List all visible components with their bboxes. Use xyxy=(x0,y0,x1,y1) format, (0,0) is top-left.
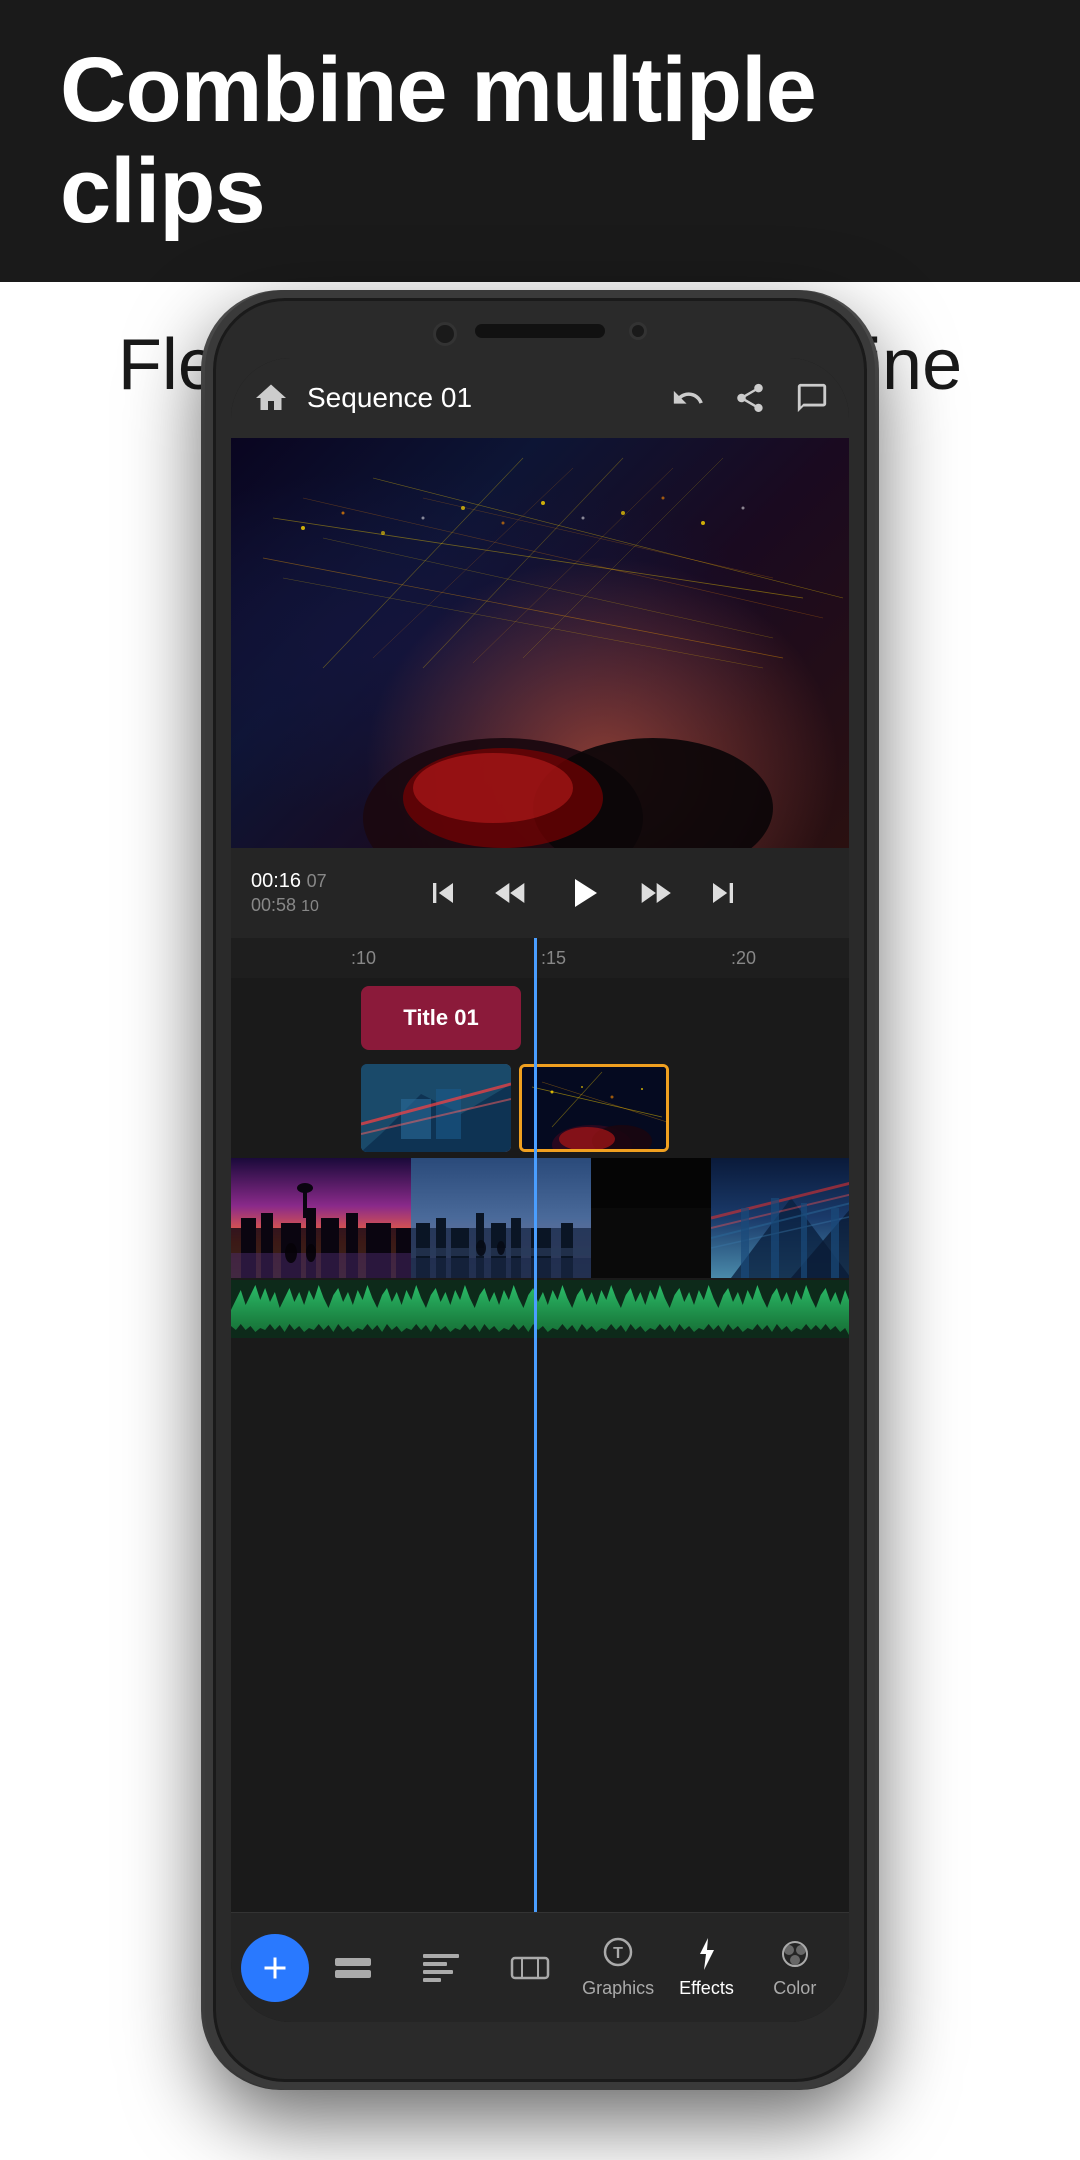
main-title: Combine multiple clips xyxy=(60,40,1020,242)
video-preview[interactable] xyxy=(231,438,849,848)
svg-text:T: T xyxy=(613,1945,623,1962)
clip-sunset[interactable] xyxy=(231,1158,411,1278)
undo-icon[interactable] xyxy=(671,381,705,415)
video-clip-aerial[interactable] xyxy=(361,1064,511,1152)
skip-back-button[interactable] xyxy=(423,873,463,913)
header-banner: Combine multiple clips xyxy=(0,0,1080,282)
playback-controls-bar: 00:16 07 00:58 10 xyxy=(231,848,849,938)
timeline-area[interactable]: Title 01 xyxy=(231,978,849,1912)
title-clip-label: Title 01 xyxy=(403,1005,478,1031)
track-video-upper xyxy=(351,1058,849,1158)
color-tool-button[interactable]: Color xyxy=(751,1936,839,1999)
effects-label: Effects xyxy=(679,1978,734,1999)
city-lights xyxy=(231,438,849,848)
frame-back-button[interactable] xyxy=(491,873,531,913)
graphics-tool-button[interactable]: T Graphics xyxy=(574,1936,662,1999)
top-bar-actions xyxy=(671,381,829,415)
vol-down-button[interactable] xyxy=(205,648,209,728)
current-time: 00:16 07 xyxy=(251,870,327,893)
effects-icon xyxy=(686,1936,726,1972)
power-button[interactable] xyxy=(871,598,875,698)
arrange-icon xyxy=(333,1950,373,1986)
color-label: Color xyxy=(773,1978,816,1999)
arrange-tool-button[interactable] xyxy=(309,1950,397,1986)
app-content: Sequence 01 xyxy=(231,358,849,2022)
front-camera-right xyxy=(629,322,647,340)
comment-icon[interactable] xyxy=(795,381,829,415)
vol-up-button[interactable] xyxy=(205,558,209,628)
track-audio[interactable] xyxy=(231,1278,849,1338)
scrubber-line-ruler xyxy=(534,938,537,978)
add-button[interactable] xyxy=(241,1934,309,2002)
clip-tool-button[interactable] xyxy=(486,1950,574,1986)
clip-blue-arch[interactable] xyxy=(711,1158,849,1278)
timeline-ruler: :10 :15 :20 xyxy=(231,938,849,978)
clip-icon xyxy=(510,1950,550,1986)
skip-forward-button[interactable] xyxy=(703,873,743,913)
frame-forward-button[interactable] xyxy=(635,873,675,913)
phone-shell: Sequence 01 xyxy=(205,290,875,2090)
clip-dark-selected[interactable] xyxy=(591,1158,711,1278)
phone-device: Sequence 01 xyxy=(205,290,875,2090)
ruler-mark-15: :15 xyxy=(541,948,566,969)
ruler-mark-20: :20 xyxy=(731,948,756,969)
color-icon xyxy=(775,1936,815,1972)
play-button[interactable] xyxy=(559,869,607,917)
front-camera-left xyxy=(433,322,457,346)
time-display: 00:16 07 00:58 10 xyxy=(251,870,327,916)
sequence-title: Sequence 01 xyxy=(307,382,671,414)
clip-thumbnail-aerial xyxy=(361,1064,511,1152)
clip-pier[interactable] xyxy=(411,1158,591,1278)
graphics-icon: T xyxy=(598,1936,638,1972)
top-bar: Sequence 01 xyxy=(231,358,849,438)
video-clip-person-selected[interactable] xyxy=(519,1064,669,1152)
timeline-icon xyxy=(421,1950,461,1986)
earpiece-speaker xyxy=(475,324,605,338)
bottom-toolbar: T Graphics Effects xyxy=(231,1912,849,2022)
home-icon[interactable] xyxy=(251,380,291,416)
total-time: 00:58 10 xyxy=(251,895,327,916)
phone-screen: Sequence 01 xyxy=(231,358,849,2022)
track-video-main xyxy=(231,1158,849,1278)
ruler-mark-10: :10 xyxy=(351,948,376,969)
timeline-spacer xyxy=(231,1338,849,1912)
timeline-tool-button[interactable] xyxy=(397,1950,485,1986)
effects-tool-button[interactable]: Effects xyxy=(662,1936,750,1999)
title-clip[interactable]: Title 01 xyxy=(361,986,521,1050)
share-icon[interactable] xyxy=(733,381,767,415)
track-title: Title 01 xyxy=(231,978,849,1058)
clip-thumbnail-person xyxy=(522,1067,666,1149)
playback-buttons xyxy=(337,869,829,917)
graphics-label: Graphics xyxy=(582,1978,654,1999)
